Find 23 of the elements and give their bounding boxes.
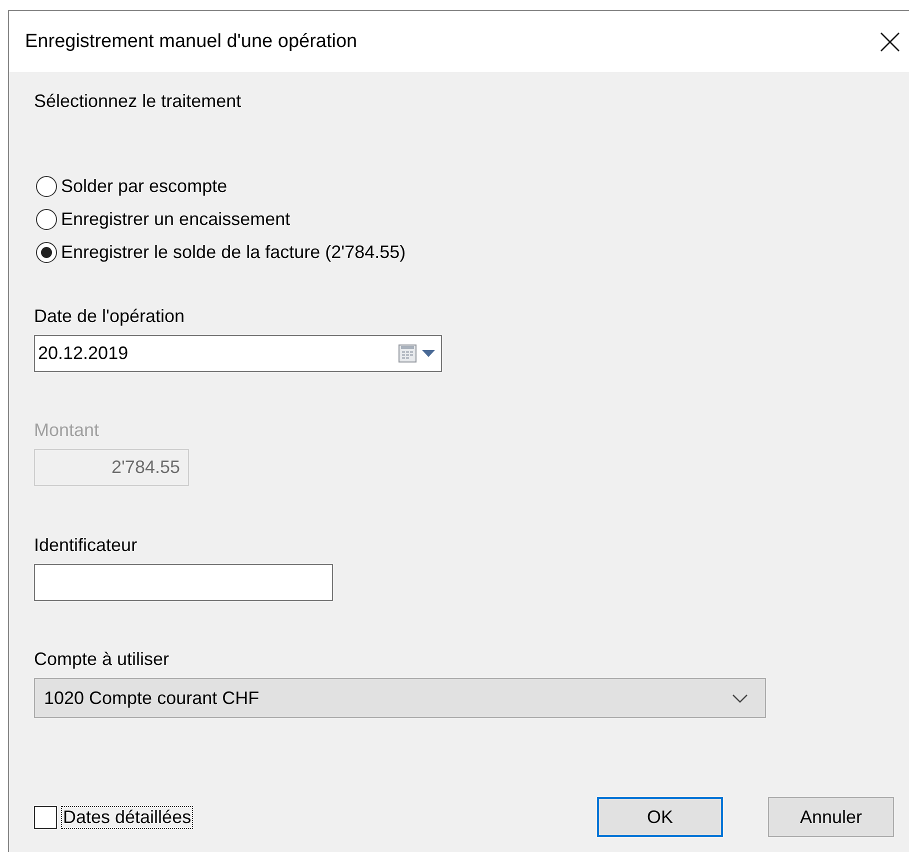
field-label: Compte à utiliser [34,648,170,671]
radio-button[interactable] [36,209,57,230]
checkbox-label[interactable]: Dates détaillées [61,806,194,828]
account-dropdown[interactable]: 1020 Compte courant CHF [34,678,766,718]
checkbox[interactable] [34,806,57,828]
calendar-icon[interactable] [398,344,418,364]
close-icon[interactable] [879,30,901,52]
window-title: Enregistrement manuel d'une opération [25,30,358,52]
dialog-button[interactable]: OK [597,797,723,837]
radio-label[interactable]: Solder par escompte [61,176,228,197]
dropdown-arrow-icon[interactable] [422,350,435,358]
field-label: Montant [34,419,100,442]
chevron-down-icon[interactable] [732,694,748,702]
dialog-button[interactable]: Annuler [768,797,894,837]
radio-label[interactable]: Enregistrer le solde de la facture (2'784.55) [61,242,406,263]
field-label: Identificateur [34,534,138,557]
radio-button[interactable] [36,242,57,263]
input-field[interactable] [34,564,333,601]
field-label: Date de l'opération [34,305,186,328]
radio-label[interactable]: Enregistrer un encaissement [61,209,290,230]
radio-button[interactable] [36,176,57,197]
date-field[interactable]: 20.12.2019 [34,335,442,372]
section-label: Sélectionnez le traitement [34,90,242,113]
